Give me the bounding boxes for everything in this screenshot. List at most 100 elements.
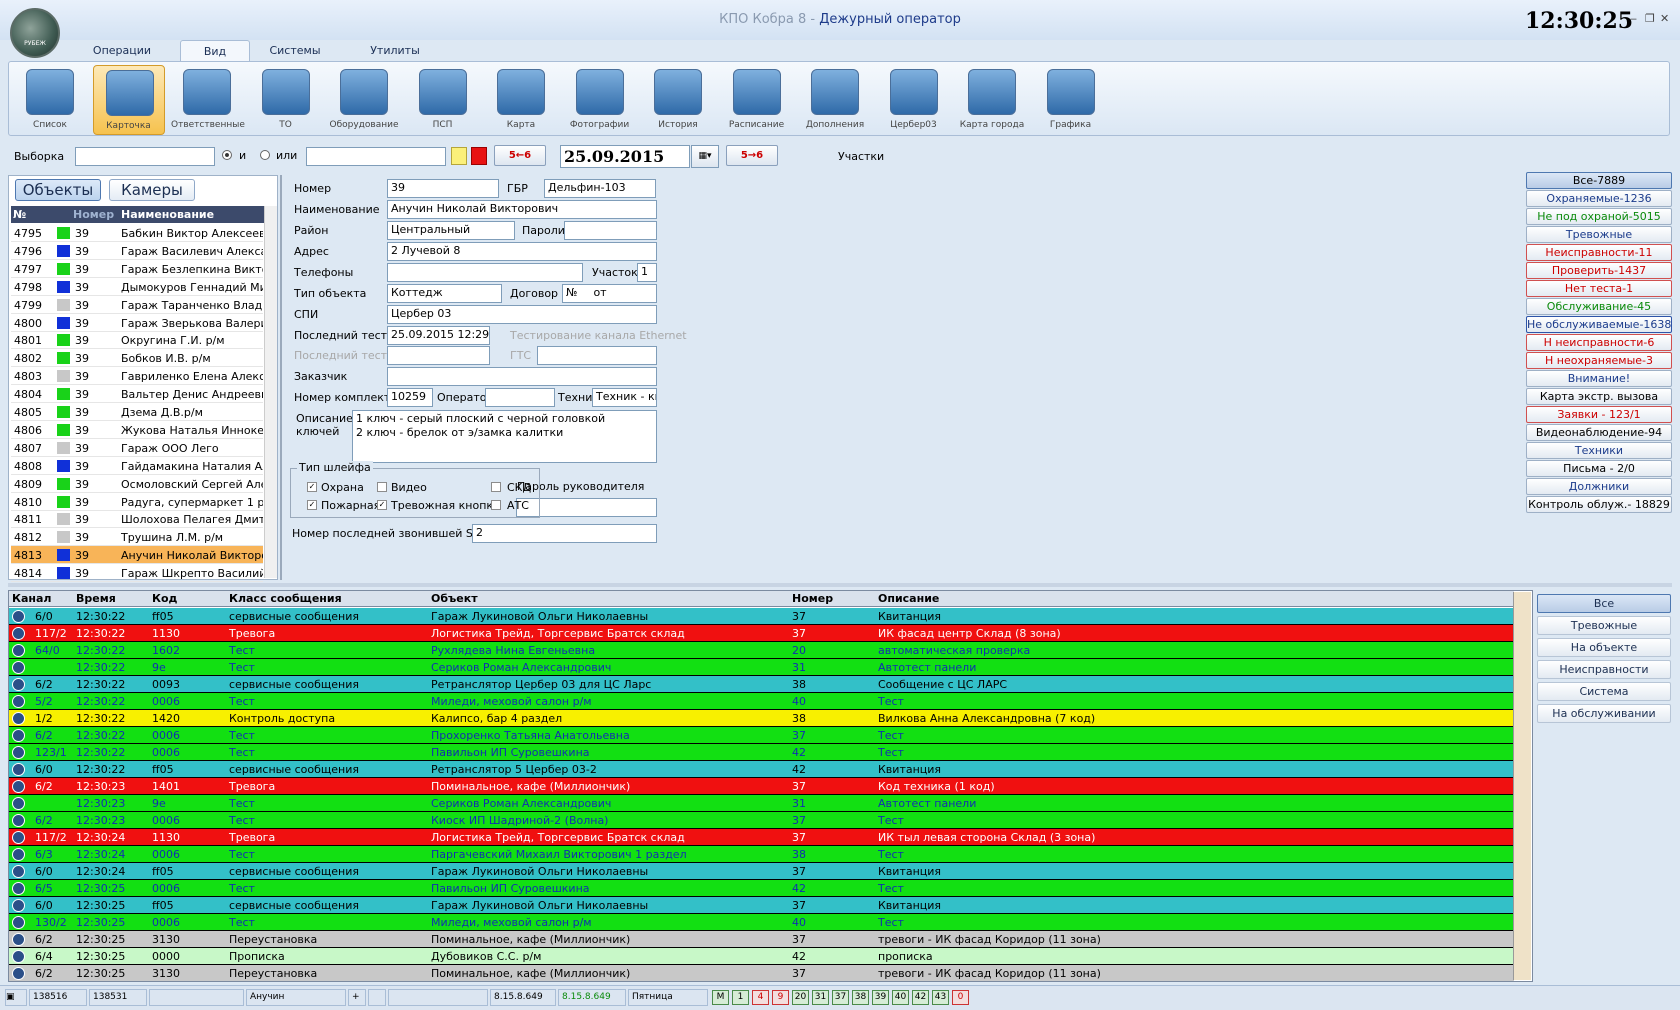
ribbon-button-2[interactable]: Ответственные (171, 65, 245, 135)
list-item[interactable]: 4804 39 Вальтер Денис Андреевич (11, 385, 263, 404)
list-item[interactable]: 4800 39 Гараж Зверькова Валерия И (11, 314, 263, 332)
list-item[interactable]: 4795 39 Бабкин Виктор Алексеевич (11, 224, 263, 242)
last-test-gsm-field[interactable] (387, 346, 490, 365)
table-row[interactable]: 6/5 12:30:25 0006 Тест Павильон ИП Суровешки… (9, 880, 1514, 897)
tab-systems[interactable]: Системы (255, 40, 335, 62)
tab-objects[interactable]: Объекты (15, 179, 101, 201)
col-object[interactable]: Объект (431, 592, 478, 605)
table-row[interactable]: 6/0 12:30:25 ff05 сервисные сообщения Гараж … (9, 897, 1514, 914)
table-row[interactable]: 12:30:22 9e Тест Сериков Роман Александрови… (9, 659, 1514, 676)
list-item[interactable]: 4806 39 Жукова Наталья Иннокенть (11, 421, 263, 439)
loop-video-checkbox[interactable] (377, 482, 387, 492)
contract-field[interactable]: № от (562, 284, 657, 303)
nomer-field[interactable]: 39 (387, 179, 499, 198)
radio-and[interactable] (222, 150, 232, 160)
ribbon-button-0[interactable]: Список (14, 65, 86, 135)
list-item[interactable]: 4814 39 Гараж Шкрепто Василий Ни (11, 564, 263, 583)
log-filter-button[interactable]: На обслуживании (1537, 704, 1671, 723)
log-filter-button[interactable]: Все (1537, 594, 1671, 613)
list-item[interactable]: 4799 39 Гараж Таранченко Владими (11, 296, 263, 314)
tab-cameras[interactable]: Камеры (109, 179, 195, 201)
list-item[interactable]: 4807 39 Гараж ООО Лего (11, 439, 263, 457)
red-color-button[interactable] (471, 147, 487, 165)
name-field[interactable]: Анучин Николай Викторович (387, 200, 657, 219)
objects-scrollbar[interactable] (264, 206, 277, 578)
table-row[interactable]: 64/0 12:30:22 1602 Тест Рухлядева Нина Евген… (9, 642, 1514, 659)
category-button[interactable]: Не обслуживаемые-1638 (1526, 316, 1672, 333)
phones-field[interactable] (387, 263, 583, 282)
section-field[interactable]: 1 (637, 263, 657, 282)
list-item[interactable]: 4803 39 Гавриленко Елена Александ (11, 367, 263, 386)
category-button[interactable]: Письма - 2/0 (1526, 460, 1672, 477)
log-filter-button[interactable]: Тревожные (1537, 616, 1671, 635)
list-item[interactable]: 4810 39 Радуга, супермаркет 1 разд (11, 493, 263, 511)
list-item[interactable]: 4809 39 Осмоловский Сергей Алекса (11, 475, 263, 493)
channel-chip[interactable]: 40 (892, 990, 909, 1005)
radio-or[interactable] (260, 150, 270, 160)
gts-field[interactable] (537, 346, 657, 365)
category-button[interactable]: Проверить-1437 (1526, 262, 1672, 279)
loop-alarm-checkbox[interactable]: ✓ (377, 500, 387, 510)
splitter[interactable] (8, 583, 1672, 587)
keys-description[interactable]: 1 ключ - серый плоский с черной головкой… (352, 410, 657, 463)
col-number[interactable]: Номер (792, 592, 833, 605)
log-filter-button[interactable]: Неисправности (1537, 660, 1671, 679)
table-row[interactable]: 130/2 12:30:25 0006 Тест Миледи, меховой сал… (9, 914, 1514, 931)
list-item[interactable]: 4797 39 Гараж Безлепкина Виктора (11, 260, 263, 278)
category-button[interactable]: Нет теста-1 (1526, 280, 1672, 297)
category-button[interactable]: Не под охраной-5015 (1526, 208, 1672, 225)
minimize-icon[interactable]: ‒ (1630, 12, 1637, 25)
loop-ats-checkbox[interactable] (491, 500, 501, 510)
table-row[interactable]: 6/2 12:30:25 3130 Переустановка Поминальное,… (9, 931, 1514, 948)
ribbon-button-11[interactable]: Цербер03 (878, 65, 950, 135)
category-button[interactable]: Должники (1526, 478, 1672, 495)
table-row[interactable]: 6/0 12:30:24 ff05 сервисные сообщения Гараж … (9, 863, 1514, 880)
channel-chip[interactable]: 9 (772, 990, 789, 1005)
table-row[interactable]: 12:30:23 9e Тест Сериков Роман Александрови… (9, 795, 1514, 812)
category-button[interactable]: Заявки - 123/1 (1526, 406, 1672, 423)
loop-fire-checkbox[interactable]: ✓ (307, 500, 317, 510)
category-button[interactable]: Техники (1526, 442, 1672, 459)
status-toggle-icon[interactable]: ▣ (5, 989, 27, 1006)
table-row[interactable]: 6/2 12:30:23 0006 Тест Киоск ИП Шадриной-2 (… (9, 812, 1514, 829)
address-field[interactable]: 2 Лучевой 8 (387, 242, 657, 261)
col-channel[interactable]: Канал (12, 592, 52, 605)
channel-chip[interactable]: 39 (872, 990, 889, 1005)
category-button[interactable]: Охраняемые-1236 (1526, 190, 1672, 207)
col-class[interactable]: Класс сообщения (229, 592, 342, 605)
tech-field[interactable]: Техник - кв (592, 388, 657, 407)
filter-input-1[interactable] (75, 147, 215, 166)
operator-field[interactable] (485, 388, 555, 407)
tab-operations[interactable]: Операции (70, 40, 174, 62)
yellow-color-button[interactable] (451, 147, 467, 165)
category-button[interactable]: Карта экстр. вызова (1526, 388, 1672, 405)
log-filter-button[interactable]: На объекте (1537, 638, 1671, 657)
date-field[interactable]: 25.09.2015 (560, 145, 690, 168)
list-item[interactable]: 4801 39 Округина Г.И. р/м (11, 331, 263, 350)
ribbon-button-6[interactable]: Карта (485, 65, 557, 135)
type-field[interactable]: Коттедж (387, 284, 502, 303)
range-fwd-button[interactable]: 5→6 (726, 145, 778, 166)
col-time[interactable]: Время (76, 592, 116, 605)
filter-input-2[interactable] (306, 147, 446, 166)
keyset-field[interactable]: 10259 (387, 388, 433, 407)
district-field[interactable]: Центральный (387, 221, 515, 240)
category-button[interactable]: Видеонаблюдение-94 (1526, 424, 1672, 441)
channel-chip[interactable]: 37 (832, 990, 849, 1005)
table-row[interactable]: 123/1 12:30:22 0006 Тест Павильон ИП Суровеш… (9, 744, 1514, 761)
event-log-scrollbar[interactable] (1513, 592, 1531, 980)
log-filter-button[interactable]: Система (1537, 682, 1671, 701)
customer-field[interactable] (387, 367, 657, 386)
list-item[interactable]: 4802 39 Бобков И.В. р/м (11, 349, 263, 368)
table-row[interactable]: 1/2 12:30:22 1420 Контроль доступа Калипсо, … (9, 710, 1514, 727)
table-row[interactable]: 5/2 12:30:22 0006 Тест Миледи, меховой салон… (9, 693, 1514, 710)
channel-chip[interactable]: 1 (732, 990, 749, 1005)
col-description[interactable]: Описание (878, 592, 939, 605)
restore-icon[interactable]: ❐ (1645, 12, 1655, 25)
list-item[interactable]: 4813 39 Анучин Николай Викторови (11, 546, 263, 565)
ribbon-button-4[interactable]: Оборудование (328, 65, 400, 135)
ribbon-button-5[interactable]: ПСП (407, 65, 479, 135)
table-row[interactable]: 6/0 12:30:22 ff05 сервисные сообщения Гараж … (9, 608, 1514, 625)
table-row[interactable]: 6/0 12:30:22 ff05 сервисные сообщения Ретран… (9, 761, 1514, 778)
range-back-button[interactable]: 5←6 (494, 145, 546, 166)
